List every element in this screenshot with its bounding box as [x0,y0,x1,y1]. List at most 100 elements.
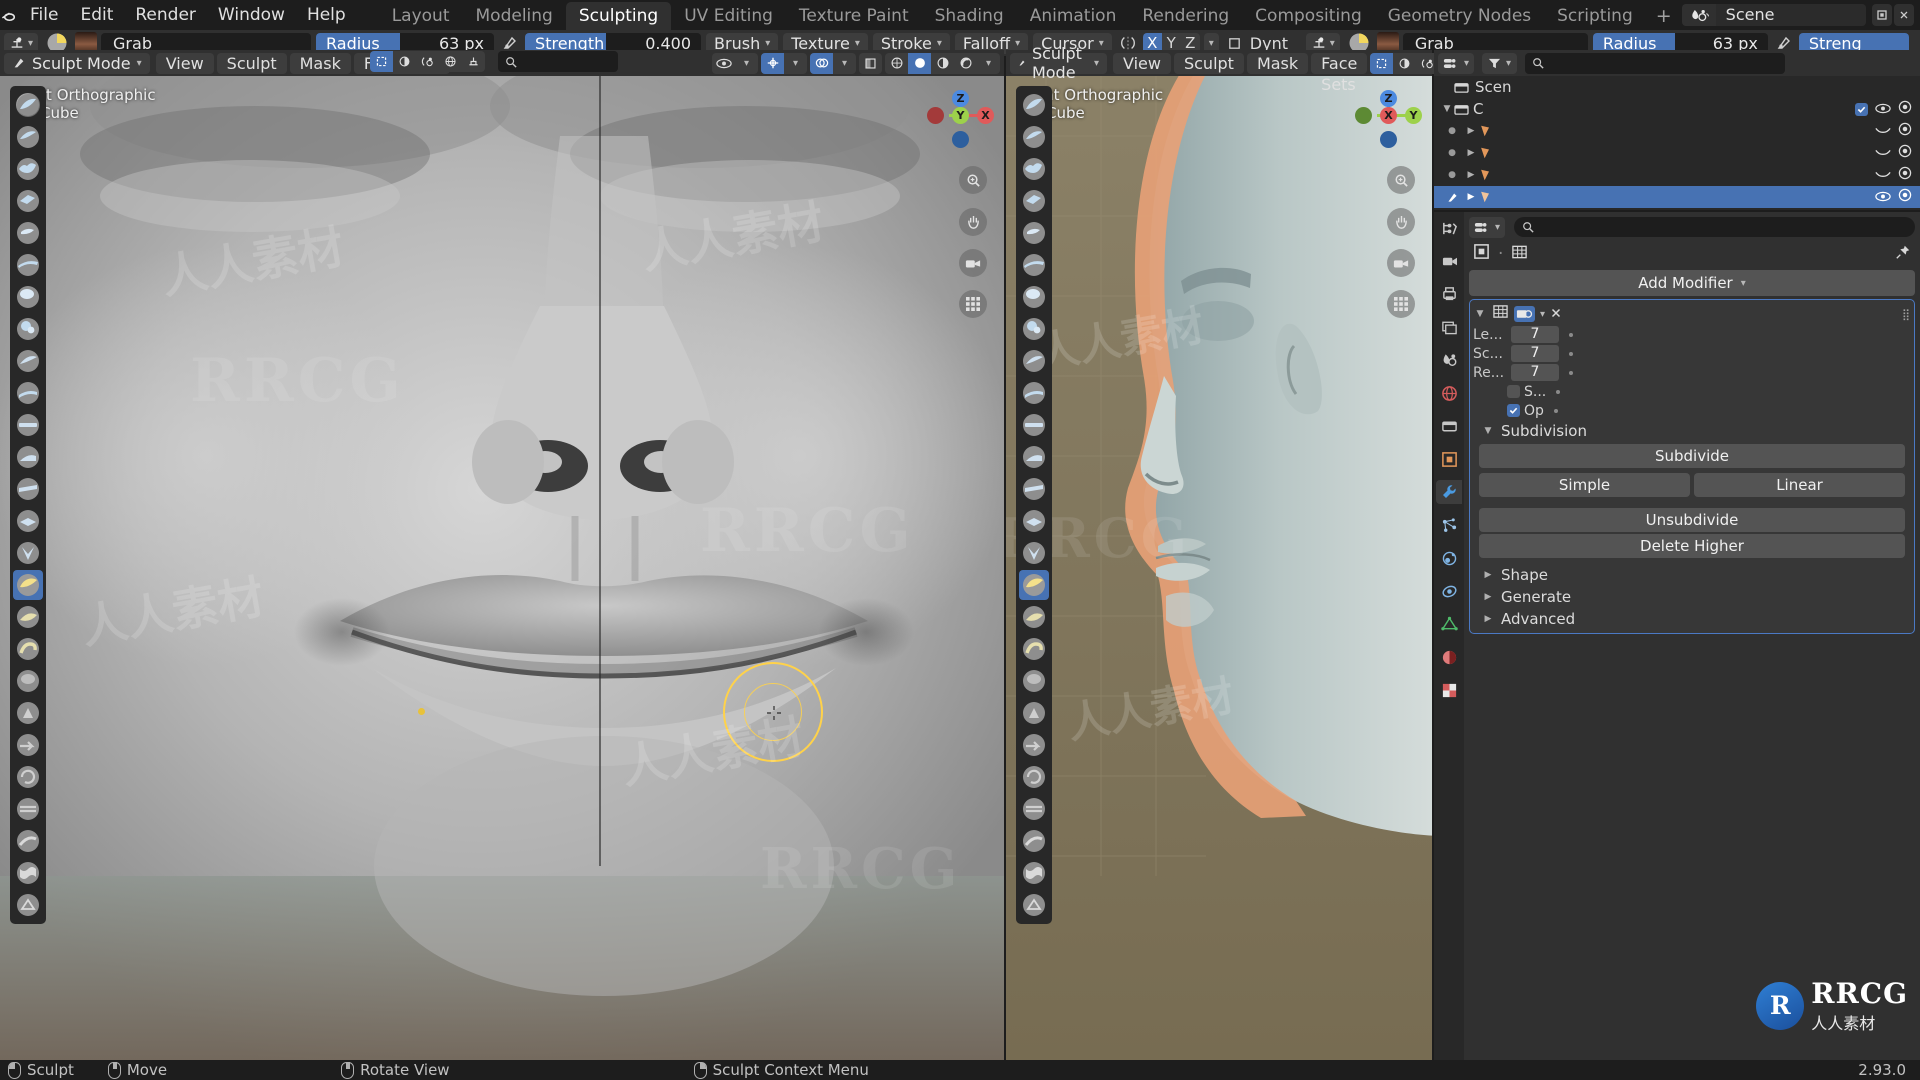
tab-rendering[interactable]: Rendering [1129,2,1242,30]
visibility-icon[interactable] [1875,188,1891,206]
tool-r-slide-relax[interactable] [1019,794,1049,824]
tab-modeling[interactable]: Modeling [463,2,566,30]
tab-geometry-nodes[interactable]: Geometry Nodes [1375,2,1544,30]
add-modifier-button[interactable]: Add Modifier ▾ [1469,270,1915,296]
menu-edit[interactable]: Edit [69,0,124,30]
menu-sculpt-left[interactable]: Sculpt [217,53,287,74]
tool-scrape[interactable] [13,474,43,504]
tool-crease[interactable] [13,346,43,376]
tool-r-clay-thumb[interactable] [1019,218,1049,248]
subdivide-button[interactable]: Subdivide [1479,444,1905,468]
subdivision-section-header[interactable]: ▼ Subdivision [1473,420,1911,442]
texture-tab[interactable] [1436,678,1462,702]
tool-r-snake-hook[interactable] [1019,634,1049,664]
tool-pinch[interactable] [13,538,43,568]
outliner-row-object-3[interactable]: ● ▶ [1434,164,1920,186]
mode-selector-left[interactable]: Sculpt Mode ▾ [4,53,150,74]
expand-triangle-icon[interactable]: ▼ [1440,104,1454,114]
sculpt-base-mesh-checkbox[interactable] [1507,385,1520,398]
delete-higher-button[interactable]: Delete Higher [1479,534,1905,558]
menu-mask-left[interactable]: Mask [290,53,351,74]
new-scene-button[interactable] [1872,4,1892,26]
render-value[interactable]: 7 [1511,364,1559,381]
mask-icon[interactable] [393,51,416,72]
gizmo-axis-neg-z[interactable] [952,131,969,148]
world-tab[interactable] [1436,381,1462,405]
data-tab[interactable] [1436,612,1462,636]
gizmo-axis-neg-x[interactable] [927,107,944,124]
chevron-down-icon[interactable]: ▾ [833,53,856,74]
filter-icon[interactable]: ▾ [1482,53,1517,74]
animate-dot[interactable] [1554,409,1558,413]
properties-editor-icon[interactable]: ▾ [1469,217,1505,238]
tool-r-scrape[interactable] [1019,474,1049,504]
tool-smooth[interactable] [13,378,43,408]
tool-flatten[interactable] [13,410,43,440]
expand-triangle-icon[interactable]: ▶ [1464,192,1478,202]
mode-selector-right[interactable]: Sculpt Mode ▾ [1010,53,1107,74]
tool-pose[interactable] [13,698,43,728]
animate-dot[interactable] [1569,333,1573,337]
zoom-icon[interactable] [959,166,987,194]
animate-dot[interactable] [1569,352,1573,356]
tool-thumb[interactable] [13,666,43,696]
chevron-down-icon[interactable]: ▾ [735,53,758,74]
tool-r-layer[interactable] [1019,250,1049,280]
tool-tab[interactable] [1436,216,1462,240]
output-tab[interactable] [1436,282,1462,306]
collection-tab[interactable] [1436,414,1462,438]
expand-triangle-icon[interactable]: ▶ [1464,148,1478,158]
solid-icon[interactable] [908,53,931,74]
scene-icon[interactable] [1682,4,1716,26]
constraints-tab[interactable] [1436,579,1462,603]
outliner-row-object-selected[interactable]: ▶ [1434,186,1920,208]
zoom-icon-right[interactable] [1387,166,1415,194]
view-layer-tab[interactable] [1436,315,1462,339]
edit-mode-toggle-icon[interactable] [1514,306,1535,322]
tool-snake-hook[interactable] [13,634,43,664]
render-tab[interactable] [1436,249,1462,273]
tool-r-draw-sharp[interactable] [1019,122,1049,152]
tab-sculpting[interactable]: Sculpting [566,2,671,30]
select-box-icon-right[interactable] [1370,53,1393,74]
expand-triangle-icon[interactable]: ▶ [1464,126,1478,136]
orientation-gizmo-right[interactable]: Z X Y [1356,83,1422,149]
menu-view-right[interactable]: View [1113,53,1171,74]
animate-dot[interactable] [1569,371,1573,375]
animate-dot[interactable] [1556,390,1560,394]
dropdown-icon[interactable]: ▾ [1540,309,1545,320]
gizmo-right-axis-x[interactable]: X [1380,107,1397,124]
material-tab[interactable] [1436,645,1462,669]
object-square-icon[interactable] [1473,243,1490,265]
renderable-icon[interactable] [1898,188,1912,206]
tool-fill[interactable] [13,442,43,472]
tool-blob[interactable] [13,314,43,344]
tool-draw-sharp[interactable] [13,122,43,152]
tool-r-rotate[interactable] [1019,762,1049,792]
viewport-front[interactable]: Front Orthographic (4) Cube Z Y X 人人素材 人… [0,76,1004,1060]
tab-animation[interactable]: Animation [1017,2,1130,30]
blender-logo-icon[interactable] [0,0,19,30]
gizmo-right-axis-y[interactable]: Y [1405,107,1422,124]
tool-r-grab[interactable] [1019,570,1049,600]
editor-type-icon[interactable]: ▾ [1438,53,1474,74]
scene-tab[interactable] [1436,348,1462,372]
renderable-icon[interactable] [1898,100,1912,118]
unsubdivide-button[interactable]: Unsubdivide [1479,508,1905,532]
camera-icon-right[interactable] [1387,249,1415,277]
outliner-row-collection[interactable]: ▼ C [1434,98,1920,120]
sculpt-value[interactable]: 7 [1511,345,1559,362]
tool-boundary[interactable] [13,826,43,856]
xray-icon[interactable] [859,53,882,74]
tool-multiplane-scrape[interactable] [13,506,43,536]
tool-layer[interactable] [13,250,43,280]
generate-section-header[interactable]: ▶ Generate [1473,586,1911,608]
gizmo-axis-x[interactable]: X [977,107,994,124]
tab-texture-paint[interactable]: Texture Paint [786,2,922,30]
outliner-row-scene[interactable]: Scen [1434,76,1920,98]
face-sets-icon[interactable] [416,51,439,72]
chevron-down-icon[interactable]: ▾ [784,53,807,74]
tool-draw-brush[interactable] [13,90,43,120]
mask-icon-right[interactable] [1393,53,1416,74]
menu-help[interactable]: Help [296,0,357,30]
